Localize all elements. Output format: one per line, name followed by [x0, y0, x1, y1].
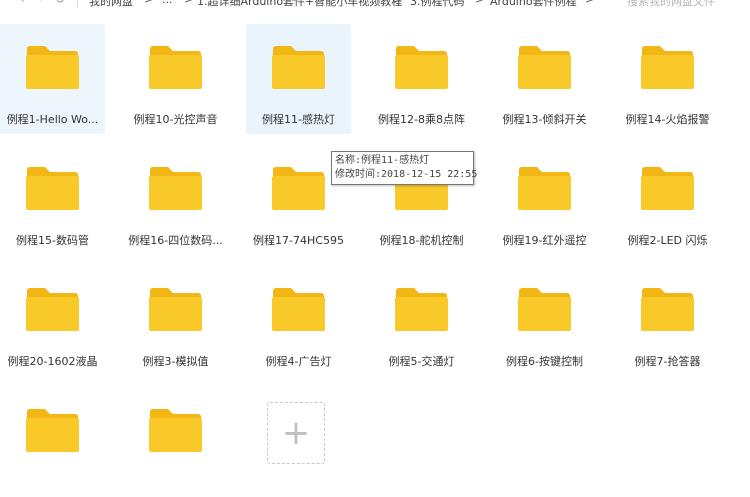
folder-icon — [26, 288, 79, 331]
breadcrumb-separator: > — [475, 0, 484, 6]
divider — [77, 0, 78, 8]
folder-item[interactable]: 例程20-1602液晶 — [0, 266, 105, 376]
folder-item[interactable]: 例程14-火焰报警 — [615, 24, 720, 134]
plus-icon: + — [281, 413, 311, 453]
folder-item[interactable]: 例程1-Hello Wo... — [0, 24, 105, 134]
refresh-icon[interactable]: ↻ — [55, 0, 65, 6]
folder-item[interactable]: 例程13-倾斜开关 — [492, 24, 597, 134]
breadcrumb-item[interactable]: 我的网盘 — [89, 0, 133, 9]
chevron-down-icon[interactable]: ▾ — [38, 0, 43, 4]
folder-name: 例程20-1602液晶 — [7, 355, 98, 368]
folder-name: 例程10-光控声音 — [133, 113, 218, 126]
folder-name: 例程2-LED 闪烁 — [627, 234, 708, 247]
folder-icon — [641, 46, 694, 89]
folder-item[interactable]: 例程7-抢答器 — [615, 266, 720, 376]
folder-icon — [26, 46, 79, 89]
folder-icon — [26, 167, 79, 210]
folder-item[interactable]: 例程15-数码管 — [0, 145, 105, 255]
folder-name: 例程12-8乘8点阵 — [378, 113, 465, 126]
folder-name: 例程17-74HC595 — [253, 234, 344, 247]
breadcrumb-item[interactable]: 1.超详细Arduino套件+智能小车视频教程 — [197, 0, 402, 9]
folder-name: 例程7-抢答器 — [634, 355, 701, 368]
folder-icon — [641, 167, 694, 210]
tooltip-modified-time: 修改时间:2018-12-15 22:55 — [335, 169, 478, 180]
folder-name: 例程6-按键控制 — [506, 355, 583, 368]
folder-name: 例程18-舵机控制 — [379, 234, 464, 247]
back-arrow-icon[interactable]: ‹ — [20, 0, 25, 6]
folder-name: 例程5-交通灯 — [388, 355, 455, 368]
folder-item[interactable]: 例程4-广告灯 — [246, 266, 351, 376]
folder-name: 例程19-红外遥控 — [502, 234, 587, 247]
folder-item[interactable]: 例程11-感热灯 — [246, 24, 351, 134]
folder-item[interactable]: 例程10-光控声音 — [123, 24, 228, 134]
folder-icon — [395, 288, 448, 331]
search-input[interactable]: 搜索我的网盘文件 — [627, 0, 715, 9]
folder-name: 例程1-Hello Wo... — [6, 113, 99, 126]
breadcrumb-item[interactable]: 3.例程代码 — [410, 0, 465, 9]
folder-icon — [518, 167, 571, 210]
folder-icon — [395, 46, 448, 89]
folder-item[interactable]: 例程6-按键控制 — [492, 266, 597, 376]
folder-icon — [149, 167, 202, 210]
folder-icon — [149, 409, 202, 452]
folder-icon — [518, 46, 571, 89]
file-tooltip: 名称:例程11-感热灯 修改时间:2018-12-15 22:55 — [331, 151, 478, 185]
folder-icon — [641, 288, 694, 331]
folder-item[interactable]: 例程16-四位数码... — [123, 145, 228, 255]
folder-icon — [149, 46, 202, 89]
folder-item[interactable]: 例程19-红外遥控 — [492, 145, 597, 255]
breadcrumb-separator: > — [184, 0, 193, 6]
breadcrumb-separator: > — [393, 0, 402, 6]
breadcrumb-item[interactable]: ... — [162, 0, 173, 6]
folder-icon — [518, 288, 571, 331]
folder-icon — [272, 46, 325, 89]
folder-item[interactable] — [0, 387, 105, 497]
folder-name: 例程15-数码管 — [16, 234, 89, 247]
breadcrumb-separator: > — [144, 0, 153, 6]
folder-name: 例程11-感热灯 — [262, 113, 335, 126]
folder-name: 例程3-模拟值 — [142, 355, 209, 368]
folder-icon — [272, 288, 325, 331]
folder-item[interactable]: 例程5-交通灯 — [369, 266, 474, 376]
breadcrumb-separator: > — [585, 0, 594, 6]
breadcrumb-item[interactable]: Arduino套件例程 — [490, 0, 577, 9]
folder-item[interactable]: 例程3-模拟值 — [123, 266, 228, 376]
folder-name: 例程13-倾斜开关 — [502, 113, 587, 126]
toolbar: ‹ ▾ ↻ 我的网盘 > ... > 1.超详细Arduino套件+智能小车视频… — [0, 0, 750, 12]
folder-item[interactable]: 例程12-8乘8点阵 — [369, 24, 474, 134]
folder-name: 例程14-火焰报警 — [625, 113, 710, 126]
folder-icon — [149, 288, 202, 331]
folder-name: 例程4-广告灯 — [265, 355, 332, 368]
add-file-button[interactable]: + — [267, 402, 325, 464]
folder-icon — [272, 167, 325, 210]
tooltip-name: 名称:例程11-感热灯 — [335, 155, 430, 166]
folder-item[interactable] — [123, 387, 228, 497]
folder-icon — [26, 409, 79, 452]
folder-item[interactable]: 例程2-LED 闪烁 — [615, 145, 720, 255]
folder-name: 例程16-四位数码... — [128, 234, 223, 247]
